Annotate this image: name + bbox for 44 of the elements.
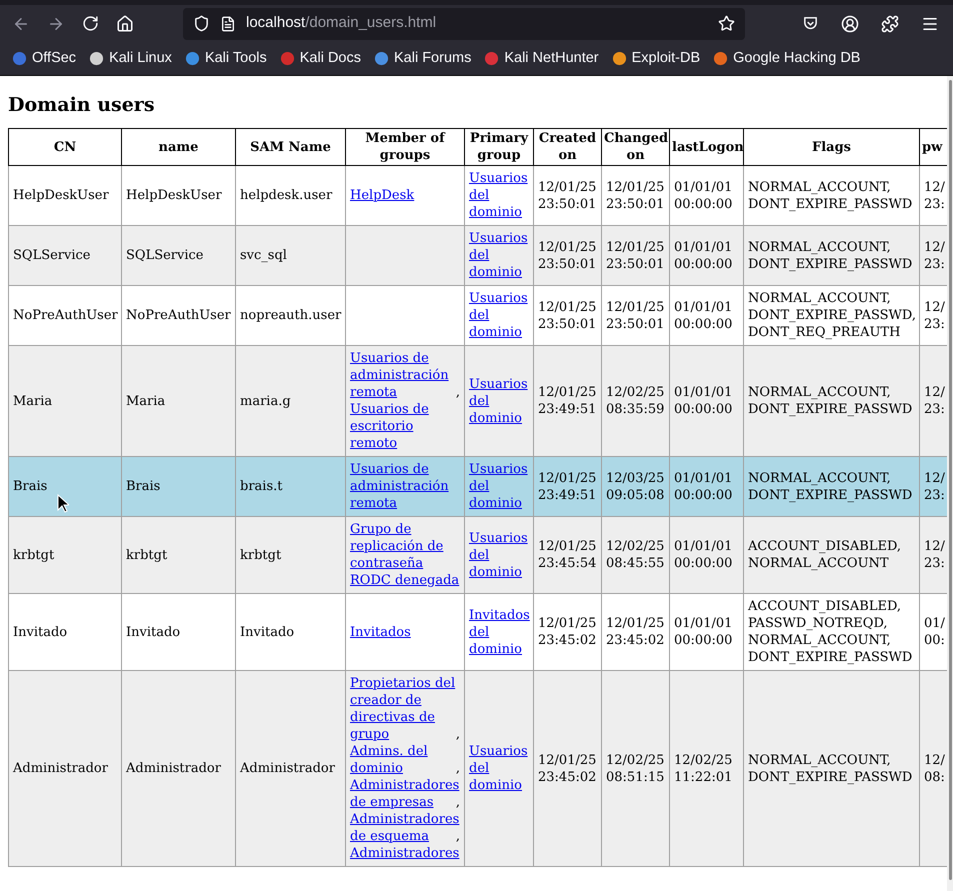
group-link[interactable]: Admins. del dominio xyxy=(350,743,456,777)
scrollbar[interactable] xyxy=(947,76,953,891)
account-icon[interactable] xyxy=(841,14,859,32)
bookmark-link[interactable]: Kali Docs xyxy=(300,48,361,70)
page-heading: Domain users xyxy=(8,93,156,117)
table-cell: 12/02/25 11:22:01 xyxy=(670,670,744,866)
table-cell: 12/02/25 08:51:15 xyxy=(602,670,670,866)
table-cell: NORMAL_ACCOUNT, DONT_EXPIRE_PASSWD xyxy=(744,670,920,866)
table-row[interactable] xyxy=(8,670,947,866)
table-cell: Administrador xyxy=(8,670,122,866)
group-link[interactable]: Propietarios del creador de directivas de grupo xyxy=(350,675,456,743)
table-cell: Administrador xyxy=(122,670,236,866)
group-link[interactable]: Usuarios de escritorio remoto xyxy=(350,401,460,452)
mouse-cursor-icon xyxy=(57,494,69,513)
column-header: Flags xyxy=(744,128,920,166)
url-text: localhost/domain_users.html xyxy=(246,13,438,34)
column-header: CN xyxy=(8,128,122,166)
bookmark-link[interactable]: Kali Forums xyxy=(394,48,472,70)
bookmark-link[interactable]: Kali Tools xyxy=(204,48,267,70)
pocket-icon[interactable] xyxy=(802,15,819,32)
comma-text: , xyxy=(456,794,460,811)
comma-text: , xyxy=(456,760,460,777)
table-cell: 12/01/25 23:45:02 xyxy=(534,670,602,866)
reload-icon[interactable] xyxy=(82,15,99,32)
bookmark-link[interactable]: Kali Linux xyxy=(109,48,172,70)
comma-text: , xyxy=(456,384,460,401)
group-link[interactable]: Administradores xyxy=(350,845,460,862)
comma-text: , xyxy=(456,726,460,743)
address-bar[interactable]: localhost/domain_users.html xyxy=(183,8,745,40)
bookmark-link[interactable]: Exploit-DB xyxy=(632,48,700,70)
extensions-icon[interactable] xyxy=(881,14,899,32)
shield-icon[interactable] xyxy=(193,15,210,32)
home-icon[interactable] xyxy=(116,14,134,32)
group-link[interactable]: HelpDesk xyxy=(350,187,414,204)
table-cell: Administrador xyxy=(236,670,346,866)
bookmark-link[interactable]: Google Hacking DB xyxy=(733,48,860,70)
group-link[interactable]: Invitados xyxy=(350,624,411,640)
bookmark-link[interactable]: Kali NetHunter xyxy=(504,48,599,70)
bookmark-star-icon[interactable] xyxy=(718,15,735,32)
page-icon xyxy=(220,16,236,32)
comma-text: , xyxy=(456,828,460,845)
bookmark-link[interactable]: OffSec xyxy=(32,48,76,70)
table-row[interactable] xyxy=(8,346,947,456)
group-link[interactable]: Usuarios de administración remota xyxy=(350,350,456,401)
